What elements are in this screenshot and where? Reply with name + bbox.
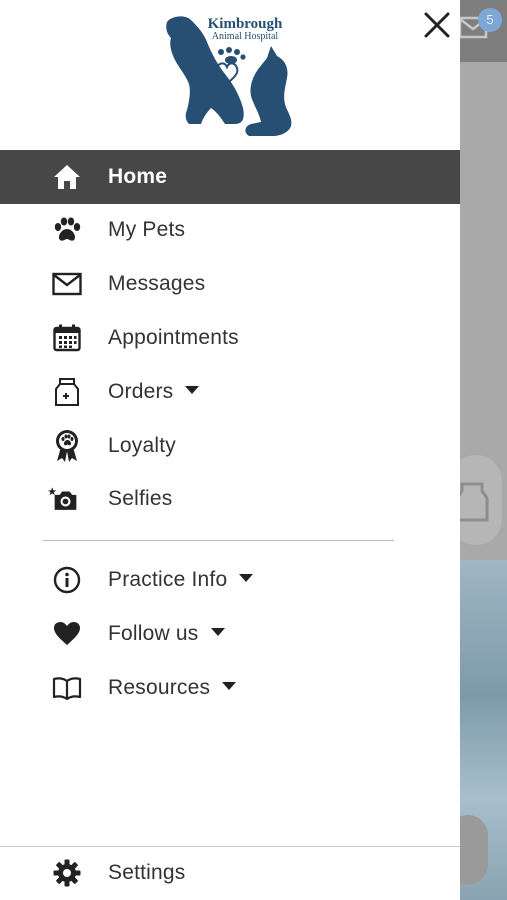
menu-item-label: Resources	[108, 676, 237, 700]
close-icon[interactable]	[420, 8, 454, 42]
chevron-down-icon	[222, 682, 237, 691]
menu-item-label: Settings	[108, 861, 186, 884]
menu-item-home[interactable]: Home	[0, 150, 460, 204]
notification-badge: 5	[478, 8, 502, 32]
logo-title: Kimbrough	[208, 16, 283, 32]
menu-item-label: Practice Info	[108, 568, 254, 592]
envelope-icon	[52, 269, 82, 299]
chevron-down-icon	[239, 574, 254, 583]
medicine-jar-icon	[52, 377, 82, 407]
gear-icon	[52, 858, 82, 888]
menu-item-label: Selfies	[108, 487, 173, 510]
chevron-down-icon	[210, 628, 225, 637]
menu-item-practice-info[interactable]: Practice Info	[0, 553, 460, 607]
menu-item-resources[interactable]: Resources	[0, 661, 460, 715]
calendar-icon	[52, 323, 82, 353]
menu-item-label: Appointments	[108, 326, 239, 349]
menu-item-messages[interactable]: Messages	[0, 257, 460, 311]
navigation-drawer: Kimbrough Animal Hospital Home My Pets M…	[0, 0, 460, 900]
menu-item-label: Messages	[108, 272, 206, 295]
logo-subtitle: Animal Hospital	[212, 31, 279, 42]
menu-item-loyalty[interactable]: Loyalty	[0, 419, 460, 473]
book-icon	[52, 673, 82, 703]
info-icon	[52, 565, 82, 595]
menu-item-label: Home	[108, 165, 168, 188]
menu-item-orders[interactable]: Orders	[0, 365, 460, 419]
clinic-logo: Kimbrough Animal Hospital	[166, 16, 292, 136]
camera-icon	[48, 484, 78, 514]
heart-icon	[52, 619, 82, 649]
background-fab	[460, 815, 488, 885]
menu-item-appointments[interactable]: Appointments	[0, 311, 460, 365]
menu-item-selfies[interactable]: Selfies	[0, 472, 460, 526]
menu-item-label: Loyalty	[108, 434, 176, 457]
menu-divider	[43, 540, 394, 541]
menu-item-my-pets[interactable]: My Pets	[0, 203, 460, 257]
menu-item-follow-us[interactable]: Follow us	[0, 607, 460, 661]
menu-item-label: Follow us	[108, 622, 225, 646]
award-ribbon-icon	[52, 430, 82, 462]
paw-icon	[52, 215, 82, 245]
home-icon	[52, 162, 82, 192]
menu-item-settings[interactable]: Settings	[0, 846, 460, 900]
background-app: 5	[460, 0, 507, 900]
menu-item-label: Orders	[108, 380, 200, 404]
menu-item-label: My Pets	[108, 218, 186, 241]
chevron-down-icon	[185, 386, 200, 395]
medicine-jar-icon	[460, 482, 489, 522]
